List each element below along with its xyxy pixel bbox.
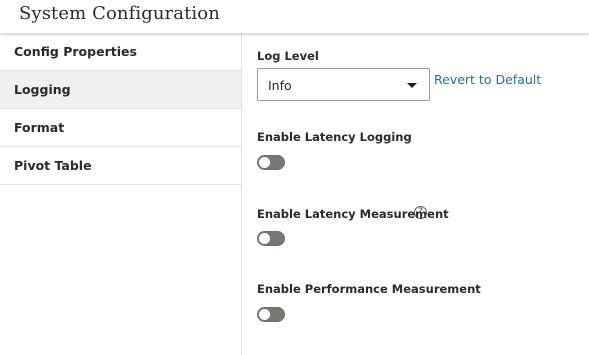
sidebar-item-format[interactable]: Format	[0, 109, 241, 147]
performance-measurement-label: Enable Performance Measurement	[257, 282, 481, 296]
log-level-select[interactable]: Info	[257, 68, 430, 101]
toggle-knob	[259, 233, 270, 244]
page-title: System Configuration	[19, 3, 220, 24]
sidebar-item-logging[interactable]: Logging	[0, 71, 241, 109]
performance-measurement-toggle[interactable]	[257, 307, 285, 322]
settings-panel: Log Level Info Revert to Default Enable …	[242, 33, 589, 355]
sidebar-item-config-properties[interactable]: Config Properties	[0, 33, 241, 71]
latency-logging-label: Enable Latency Logging	[257, 130, 412, 144]
sidebar-item-pivot-table[interactable]: Pivot Table	[0, 147, 241, 185]
sidebar-item-label: Logging	[14, 82, 71, 97]
question-circle-icon[interactable]: ?	[414, 206, 427, 219]
sidebar-item-label: Pivot Table	[14, 158, 92, 173]
latency-measurement-toggle[interactable]	[257, 231, 285, 246]
latency-logging-toggle[interactable]	[257, 155, 285, 170]
sidebar: Config Properties Logging Format Pivot T…	[0, 33, 242, 355]
sidebar-item-label: Format	[14, 120, 65, 135]
log-level-label: Log Level	[257, 49, 319, 63]
toggle-knob	[259, 309, 270, 320]
app-header: System Configuration	[0, 0, 589, 33]
caret-down-icon	[407, 83, 417, 88]
revert-to-default-link[interactable]: Revert to Default	[434, 72, 541, 87]
log-level-value: Info	[268, 78, 292, 93]
toggle-knob	[259, 157, 270, 168]
sidebar-item-label: Config Properties	[14, 44, 137, 59]
